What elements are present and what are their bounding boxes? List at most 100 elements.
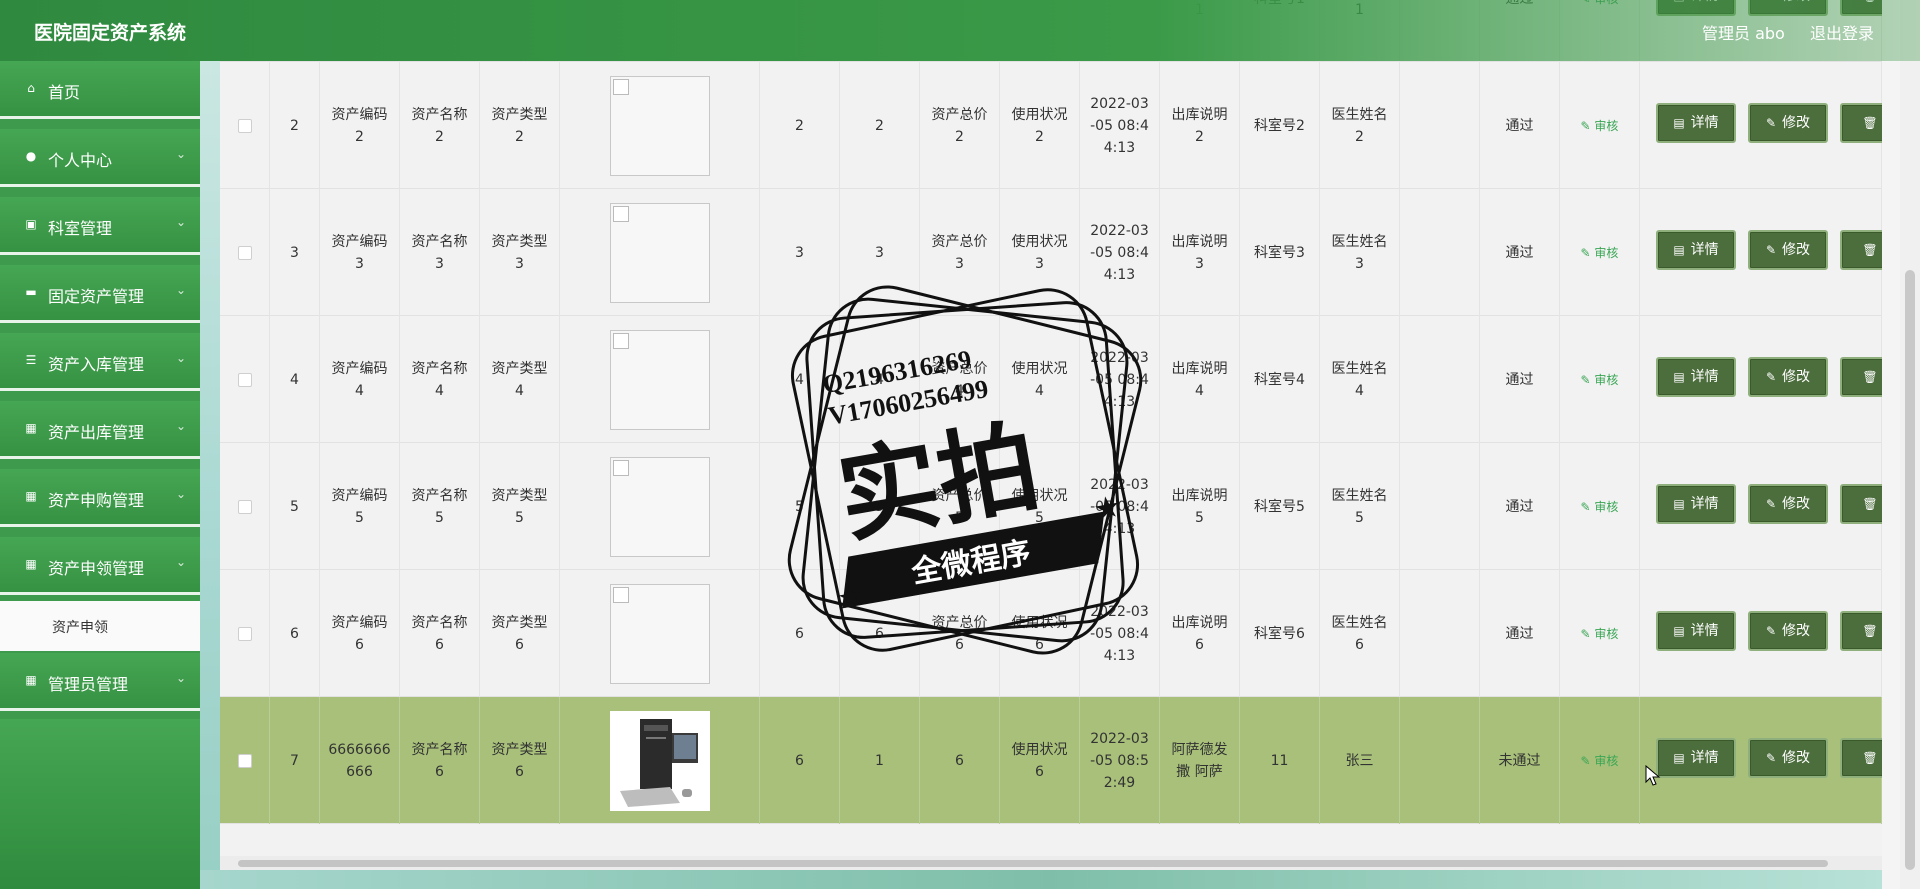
vertical-scroll-thumb[interactable] — [1905, 270, 1915, 870]
audit-link[interactable]: ✎ 审核 — [1581, 750, 1619, 772]
cell-asset-name-text: 资产名称 4 — [411, 360, 468, 399]
cell-actions: ▤ 详情 ✎ 修改 🗑删 — [1640, 189, 1882, 316]
row-checkbox[interactable] — [237, 118, 252, 133]
cell-total-price: 6 — [920, 697, 1000, 824]
sidebar-item-3[interactable]: ▬ 固定资产管理 ⌄ — [0, 265, 200, 323]
table-row[interactable]: 7 6666666 666 资产名称 6 资产类型 6 6 1 6 使用状况 6 2022-03… — [220, 697, 1882, 824]
audit-link[interactable]: ✎ 审核 — [1581, 623, 1619, 645]
sidebar-item-label: 资产出库管理 — [48, 423, 145, 442]
cell-department: 科室号4 — [1240, 316, 1320, 443]
table-row[interactable]: 2 资产编码 2 资产名称 2 资产类型 2 2 2 资产总价 2 使用状况 2 2022-03… — [220, 62, 1882, 189]
cell-outbound-note: 出库说明 4 — [1160, 316, 1240, 443]
delete-button[interactable]: 🗑删 — [1840, 103, 1882, 143]
row-checkbox[interactable] — [237, 626, 252, 641]
row-checkbox[interactable] — [237, 753, 252, 768]
cell-total-price: 资产总价 5 — [920, 443, 1000, 570]
cell-review-status: 未通过 — [1480, 697, 1560, 824]
detail-button-label: 详情 — [1690, 750, 1719, 766]
submenu-item-asset-request[interactable]: 资产申领 — [0, 601, 200, 651]
table-row[interactable]: 6 资产编码 6 资产名称 6 资产类型 6 6 6 资产总价 6 使用状况 6 2022-03… — [220, 570, 1882, 697]
cell-review-status-text: 通过 — [1505, 625, 1534, 642]
row-checkbox-cell[interactable] — [220, 443, 270, 570]
edit-button[interactable]: ✎ 修改 — [1748, 357, 1828, 397]
cell-count: 2 — [840, 62, 920, 189]
cell-empty — [1400, 443, 1480, 570]
sidebar-item-2[interactable]: ▣ 科室管理 ⌄ — [0, 197, 200, 255]
horizontal-scrollbar[interactable] — [220, 856, 1882, 870]
row-checkbox-cell[interactable] — [220, 570, 270, 697]
detail-button[interactable]: ▤ 详情 — [1656, 357, 1736, 397]
sidebar-item-label: 资产申购管理 — [48, 491, 145, 510]
delete-button[interactable]: 🗑删 — [1840, 738, 1882, 778]
detail-button[interactable]: ▤ 详情 — [1656, 738, 1736, 778]
row-checkbox[interactable] — [237, 372, 252, 387]
sidebar-item-4[interactable]: ☰ 资产入库管理 ⌄ — [0, 333, 200, 391]
broken-image-icon — [609, 456, 710, 557]
sidebar-item-8[interactable]: ▦ 管理员管理 ⌄ — [0, 653, 200, 711]
cell-asset-image — [560, 316, 760, 443]
edit-button[interactable]: ✎ 修改 — [1748, 611, 1828, 651]
row-checkbox-cell[interactable] — [220, 62, 270, 189]
audit-label: 审核 — [1594, 245, 1619, 260]
cell-index: 4 — [270, 316, 320, 443]
table-row[interactable]: 5 资产编码 5 资产名称 5 资产类型 5 5 5 资产总价 5 使用状况 5 2022-03… — [220, 443, 1882, 570]
chevron-down-icon: ⌄ — [176, 283, 187, 297]
cell-total-price: 资产总价 2 — [920, 62, 1000, 189]
row-checkbox-cell[interactable] — [220, 697, 270, 824]
chevron-down-icon: ⌄ — [176, 419, 187, 433]
detail-button[interactable]: ▤ 详情 — [1656, 611, 1736, 651]
edit-button-label: 修改 — [1782, 750, 1811, 766]
sidebar-item-6[interactable]: ▦ 资产申购管理 ⌄ — [0, 469, 200, 527]
delete-button[interactable]: 🗑删 — [1840, 357, 1882, 397]
audit-link[interactable]: ✎ 审核 — [1581, 496, 1619, 518]
cell-empty — [1400, 62, 1480, 189]
edit-button[interactable]: ✎ 修改 — [1748, 230, 1828, 270]
cell-asset-name-text: 资产名称 3 — [411, 233, 468, 272]
document-icon: ▤ — [1673, 116, 1685, 130]
sidebar-item-label: 科室管理 — [48, 219, 113, 238]
cell-count: 1 — [840, 697, 920, 824]
delete-button[interactable]: 🗑删 — [1840, 484, 1882, 524]
edit-button[interactable]: ✎ 修改 — [1748, 103, 1828, 143]
row-checkbox-cell[interactable] — [220, 189, 270, 316]
sidebar-item-0[interactable]: ⌂ 首页 — [0, 61, 200, 119]
vertical-scrollbar[interactable] — [1900, 0, 1920, 889]
document-icon: ▤ — [1673, 751, 1685, 765]
cell-audit: ✎ 审核 — [1560, 189, 1640, 316]
table-row[interactable]: 4 资产编码 4 资产名称 4 资产类型 4 4 4 资产总价 4 使用状况 4 2022-03… — [220, 316, 1882, 443]
row-checkbox[interactable] — [237, 499, 252, 514]
cell-count: 3 — [840, 189, 920, 316]
cell-outbound-note-text: 出库说明 4 — [1171, 360, 1228, 399]
edit-button[interactable]: ✎ 修改 — [1748, 738, 1828, 778]
sidebar-item-7[interactable]: ▦ 资产申领管理 ⌄ — [0, 537, 200, 595]
delete-button[interactable]: 🗑删 — [1840, 611, 1882, 651]
detail-button[interactable]: ▤ 详情 — [1656, 230, 1736, 270]
cell-asset-name-text: 资产名称 5 — [411, 487, 468, 526]
audit-link[interactable]: ✎ 审核 — [1581, 369, 1619, 391]
sidebar-item-1[interactable]: ● 个人中心 ⌄ — [0, 129, 200, 187]
cell-department: 科室号2 — [1240, 62, 1320, 189]
cell-index-text: 4 — [290, 371, 299, 388]
table-row[interactable]: 3 资产编码 3 资产名称 3 资产类型 3 3 3 资产总价 3 使用状况 3 2022-03… — [220, 189, 1882, 316]
row-checkbox-cell[interactable] — [220, 316, 270, 443]
cell-audit: ✎ 审核 — [1560, 570, 1640, 697]
sidebar-background — [0, 719, 200, 889]
cell-quantity: 2 — [760, 62, 840, 189]
cell-time-text: 2022-03 -05 08:4 4:13 — [1090, 603, 1149, 664]
sidebar-item-5[interactable]: ▦ 资产出库管理 ⌄ — [0, 401, 200, 459]
row-checkbox[interactable] — [237, 245, 252, 260]
cell-index-text: 6 — [290, 625, 299, 642]
detail-button[interactable]: ▤ 详情 — [1656, 103, 1736, 143]
audit-link[interactable]: ✎ 审核 — [1581, 115, 1619, 137]
cell-asset-code: 资产编码 4 — [320, 316, 400, 443]
cell-outbound-note-text: 出库说明 5 — [1171, 487, 1228, 526]
audit-link[interactable]: ✎ 审核 — [1581, 242, 1619, 264]
detail-button[interactable]: ▤ 详情 — [1656, 484, 1736, 524]
edit-button[interactable]: ✎ 修改 — [1748, 484, 1828, 524]
cell-quantity-text: 6 — [795, 752, 804, 769]
logout-link[interactable]: 退出登录 — [1810, 20, 1874, 44]
horizontal-scroll-thumb[interactable] — [238, 860, 1828, 867]
cell-index: 2 — [270, 62, 320, 189]
cell-total-price-text: 资产总价 5 — [931, 487, 988, 526]
delete-button[interactable]: 🗑删 — [1840, 230, 1882, 270]
